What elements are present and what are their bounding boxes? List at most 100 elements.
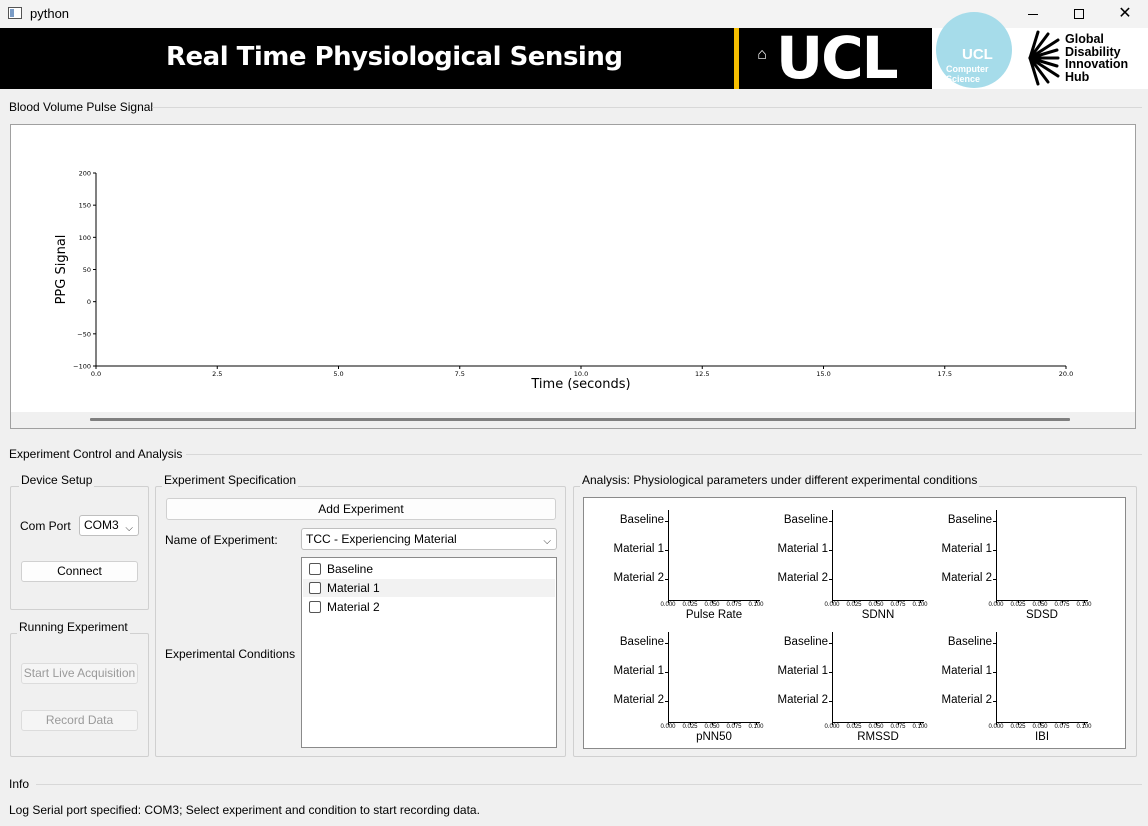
y-axis-line [996, 632, 997, 722]
com-port-label: Com Port [20, 519, 71, 533]
x-tick-label: 0.025 [846, 602, 862, 608]
condition-item-material-1[interactable]: Material 1 [303, 579, 555, 597]
checkbox-icon[interactable] [309, 563, 321, 575]
x-tick-label: 5.0 [333, 370, 343, 378]
cs-logo-line1: Computer [946, 64, 989, 74]
x-tick-label: 0.000 [988, 724, 1004, 730]
x-tick-label: 0.075 [890, 724, 906, 730]
analysis-chart-sdnn: Baseline Material 1 Material 2 0.000 0.025 0.… [744, 502, 928, 622]
experiment-name-select[interactable]: TCC - Experiencing Material ⌵ [301, 528, 557, 550]
start-live-acquisition-button[interactable]: Start Live Acquisition [21, 663, 138, 684]
category-label: Baseline [619, 514, 664, 526]
cs-logo-ucl: UCL [962, 46, 993, 63]
y-axis-line [668, 510, 669, 600]
category-label: Material 1 [941, 665, 993, 677]
maximize-button[interactable] [1056, 0, 1102, 28]
x-tick-label: 0.000 [660, 724, 676, 730]
experimental-conditions-list: Baseline Material 1 Material 2 [301, 557, 557, 748]
bvp-chart: 0.0 2.5 5.0 7.5 10.0 12.5 15.0 17.5 20.020015010… [54, 170, 1073, 393]
x-tick-label: 0.050 [868, 602, 884, 608]
y-axis-line [996, 510, 997, 600]
y-axis-line [832, 510, 833, 600]
plot-scrollbar[interactable] [90, 418, 1070, 421]
running-experiment-title: Running Experiment [17, 620, 130, 634]
analysis-chart-pulse-rate: Baseline Material 1 Material 2 0.000 0.025 0.… [580, 502, 764, 622]
y-tick-label: −50 [77, 330, 91, 338]
category-label: Material 1 [777, 665, 829, 677]
condition-item-baseline[interactable]: Baseline [303, 560, 555, 578]
category-label: Material 2 [613, 694, 665, 706]
gdi-hub-mark-icon [1028, 30, 1060, 86]
x-tick-label: 0.025 [1010, 602, 1026, 608]
y-tick [665, 701, 668, 702]
bvp-group-title: Blood Volume Pulse Signal [9, 100, 154, 114]
y-tick-label: 50 [83, 266, 91, 274]
y-tick [829, 521, 832, 522]
info-log: Log Serial port specified: COM3; Select … [9, 803, 480, 817]
x-tick-label: 0.025 [1010, 724, 1026, 730]
category-label: Material 1 [613, 665, 665, 677]
x-axis-label: IBI [1034, 731, 1050, 743]
checkbox-icon[interactable] [309, 601, 321, 613]
x-tick-label: 0.075 [1054, 724, 1070, 730]
close-icon: ✕ [1118, 5, 1132, 22]
close-button[interactable]: ✕ [1102, 0, 1148, 28]
x-tick-label: 0.025 [846, 724, 862, 730]
analysis-charts-canvas: Baseline Material 1 Material 2 0.000 0.025 0.… [583, 497, 1126, 749]
y-tick-label: 200 [79, 170, 91, 178]
category-label: Material 2 [941, 694, 993, 706]
category-label: Baseline [783, 514, 828, 526]
category-label: Material 2 [613, 572, 665, 584]
y-tick [829, 672, 832, 673]
info-group-line [36, 784, 1142, 785]
y-tick-label: 0 [87, 298, 91, 306]
x-tick-label: 0.000 [660, 602, 676, 608]
category-label: Baseline [783, 636, 828, 648]
y-axis-line [668, 632, 669, 722]
x-tick-label: 0.075 [726, 724, 742, 730]
checkbox-icon[interactable] [309, 582, 321, 594]
connect-button[interactable]: Connect [21, 561, 138, 582]
category-label: Baseline [619, 636, 664, 648]
banner-title: Real Time Physiological Sensing [166, 42, 623, 72]
cs-logo-text: Computer Science [946, 64, 989, 84]
category-label: Material 2 [777, 572, 829, 584]
record-data-button[interactable]: Record Data [21, 710, 138, 731]
category-label: Baseline [947, 514, 992, 526]
x-tick-label: 0.050 [1032, 724, 1048, 730]
x-tick-label: 0.000 [824, 602, 840, 608]
category-label: Material 1 [613, 543, 665, 555]
x-tick-label: 20.0 [1059, 370, 1073, 378]
control-group-title: Experiment Control and Analysis [9, 447, 183, 461]
minimize-button[interactable] [1010, 0, 1056, 28]
y-tick [665, 672, 668, 673]
experiment-name-label: Name of Experiment: [165, 533, 278, 547]
app-icon [8, 7, 22, 19]
y-tick [665, 579, 668, 580]
y-tick [829, 550, 832, 551]
header-banner: Real Time Physiological Sensing ⌂ UCL UC… [0, 12, 1148, 89]
y-tick [829, 579, 832, 580]
minimize-icon [1028, 13, 1038, 15]
x-tick-label: 0.050 [704, 724, 720, 730]
y-tick-label: 150 [79, 202, 91, 210]
bvp-plot-canvas: 0.0 2.5 5.0 7.5 10.0 12.5 15.0 17.5 20.0 200 150 10… [10, 124, 1136, 429]
x-tick-label: 0.050 [704, 602, 720, 608]
com-port-value: COM3 [84, 518, 119, 532]
x-tick-label: 0.075 [890, 602, 906, 608]
add-experiment-button[interactable]: Add Experiment [166, 498, 556, 520]
x-tick-label: 17.5 [938, 370, 952, 378]
y-tick [829, 643, 832, 644]
y-axis-line [832, 632, 833, 722]
info-group-title: Info [9, 777, 30, 791]
chevron-down-icon: ⌵ [125, 523, 133, 534]
y-tick [829, 701, 832, 702]
y-tick-label: 100 [79, 234, 91, 242]
condition-item-material-2[interactable]: Material 2 [303, 598, 555, 616]
log-label: Log [9, 803, 30, 817]
com-port-select[interactable]: COM3 ⌵ [79, 515, 139, 536]
banner-accent-bar [734, 28, 739, 89]
x-tick-label: 0.050 [868, 724, 884, 730]
category-label: Material 2 [777, 694, 829, 706]
chevron-down-icon: ⌵ [543, 536, 551, 547]
